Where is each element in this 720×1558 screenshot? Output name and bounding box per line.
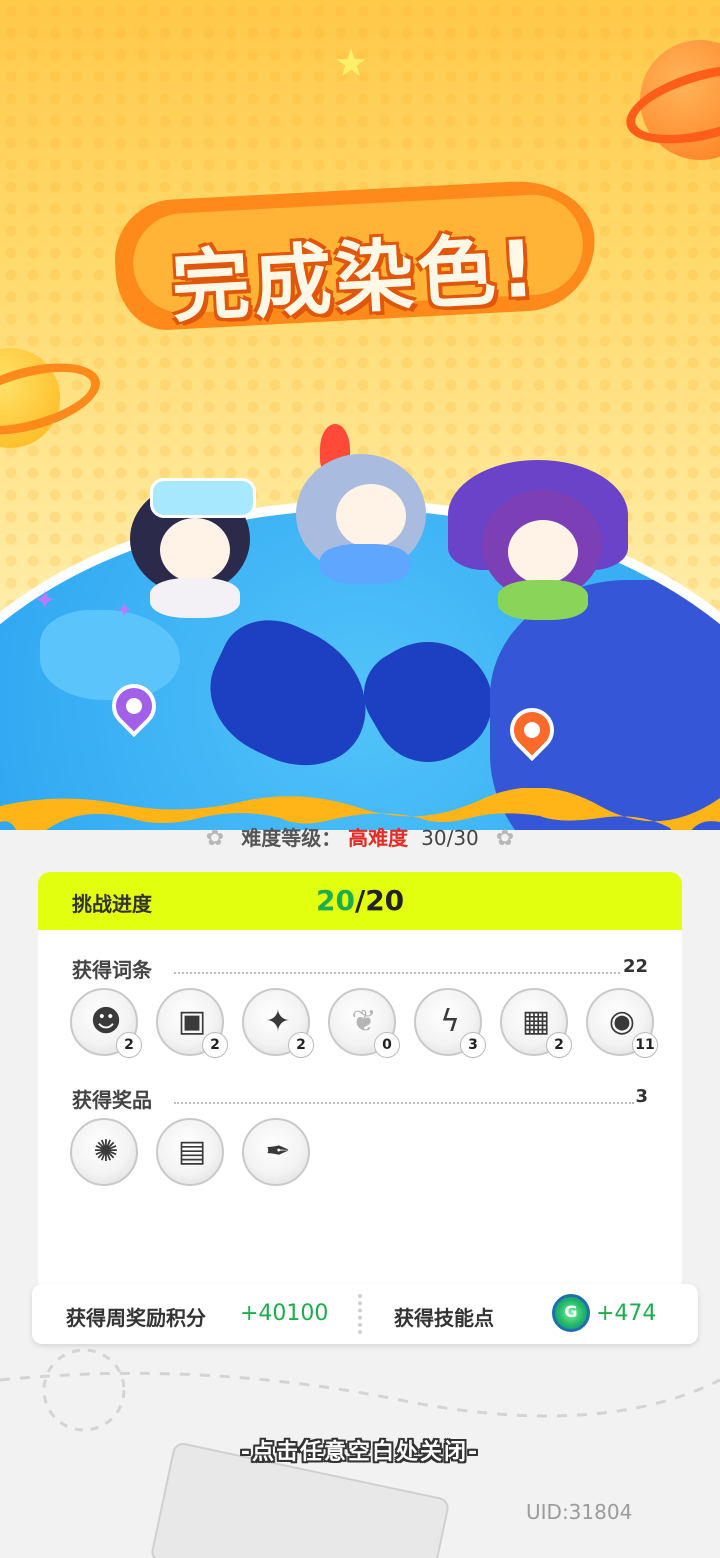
divider	[358, 1294, 362, 1334]
dotted-leader	[174, 1102, 634, 1104]
skill-coin-icon	[552, 1294, 590, 1332]
close-hint[interactable]: -点击任意空白处关闭-	[0, 1434, 720, 1466]
affix-badge[interactable]: ◉ 11	[586, 988, 658, 1058]
sparkle-icon: ✦	[34, 586, 56, 616]
challenge-progress: 20/20	[316, 884, 404, 917]
challenge-progress-bar: 挑战进度 20/20	[38, 872, 682, 930]
affix-count: 0	[374, 1032, 400, 1058]
moth-icon: ✺	[93, 1134, 119, 1169]
result-panel: 挑战进度 20/20 获得词条 22 ☻ 2 ▣ 2 ✦ 2 ❦ 0 ϟ 3 ▦ 2 ◉ 11 获得奖品 …	[38, 872, 682, 1292]
prizes-label: 获得奖品	[72, 1088, 152, 1112]
affix-badge[interactable]: ❦ 0	[328, 988, 400, 1058]
skill-points-label: 获得技能点	[394, 1306, 494, 1330]
dotted-leader	[174, 972, 620, 974]
character-dark-hair	[120, 478, 270, 628]
affix-count: 2	[202, 1032, 228, 1058]
fountain-pen-icon: ✒	[265, 1134, 291, 1169]
character-purple-hair	[448, 460, 628, 630]
result-banner: ★ ★ 完成染色! ✦ ✦	[0, 0, 720, 830]
difficulty-count: 30/30	[421, 826, 479, 850]
prize-badge[interactable]: ▤	[156, 1118, 224, 1186]
sparkle-icon: ✦	[116, 598, 133, 622]
prizes-total: 3	[635, 1086, 648, 1107]
weekly-points-value: +40100	[240, 1301, 329, 1326]
completion-title: 完成染色!	[111, 177, 599, 334]
affix-badge[interactable]: ▣ 2	[156, 988, 228, 1058]
progress-total: /20	[354, 884, 405, 917]
challenge-label: 挑战进度	[72, 892, 152, 916]
star-icon: ★	[334, 41, 369, 85]
affix-count: 2	[288, 1032, 314, 1058]
reward-summary: 获得周奖励积分 +40100 获得技能点 +474	[32, 1284, 698, 1344]
uid-label: UID:31804	[526, 1500, 633, 1524]
affix-count: 2	[546, 1032, 572, 1058]
skill-points-value: +474	[596, 1301, 657, 1326]
affix-badge[interactable]: ▦ 2	[500, 988, 572, 1058]
difficulty-label: 难度等级：	[241, 826, 342, 850]
affix-count: 11	[632, 1032, 658, 1058]
affix-badge[interactable]: ϟ3	[414, 988, 486, 1058]
character-silver-hair	[290, 424, 440, 594]
prize-badge[interactable]: ✺	[70, 1118, 138, 1186]
weekly-points-label: 获得周奖励积分	[66, 1306, 206, 1330]
prize-badge[interactable]: ✒	[242, 1118, 310, 1186]
affix-count: 3	[460, 1032, 486, 1058]
affixes-label: 获得词条	[72, 958, 152, 982]
affix-count: 2	[116, 1032, 142, 1058]
flower-icon: ✿	[495, 826, 515, 851]
difficulty-line: ✿ 难度等级： 高难度 30/30 ✿	[0, 822, 720, 851]
affix-badge[interactable]: ☻ 2	[70, 988, 142, 1058]
difficulty-level: 高难度	[348, 826, 409, 850]
affixes-total: 22	[622, 956, 648, 977]
gameboy-icon: ▤	[177, 1134, 207, 1169]
progress-done: 20	[316, 884, 355, 917]
affix-badge[interactable]: ✦ 2	[242, 988, 314, 1058]
title-text: 完成染色!	[169, 224, 542, 334]
flower-icon: ✿	[205, 826, 225, 851]
